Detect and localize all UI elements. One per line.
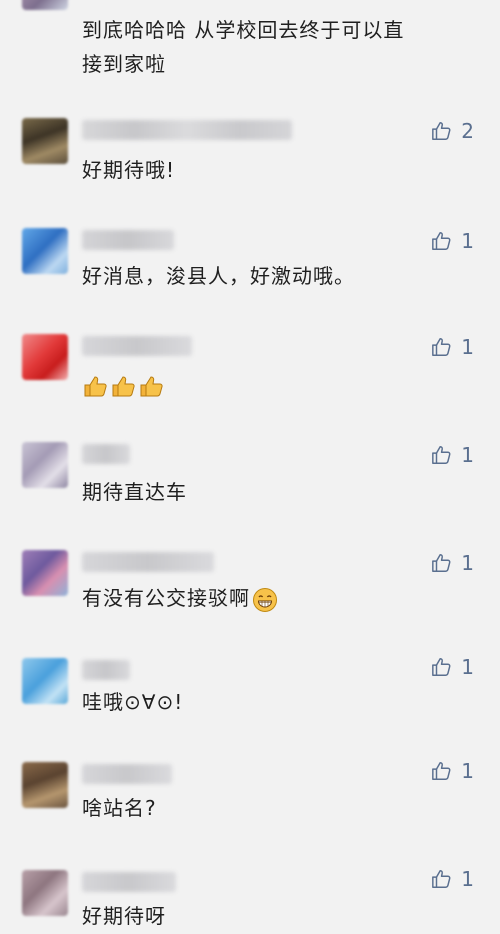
thumbs-up-icon — [432, 554, 451, 572]
comment-text: 好期待呀 — [82, 904, 166, 928]
username-blurred — [82, 552, 214, 572]
comment-text: 到底哈哈哈 从学校回去终于可以直 — [82, 18, 405, 42]
comment-text: 有没有公交接驳啊 — [82, 582, 278, 614]
avatar[interactable] — [22, 762, 68, 808]
like-count: 1 — [461, 759, 474, 783]
avatar[interactable] — [22, 0, 68, 10]
comment-item: 啥站名? 1 — [0, 758, 500, 858]
comment-item: 1 — [0, 326, 500, 426]
avatar[interactable] — [22, 870, 68, 916]
comment-item: 好期待哦! 2 — [0, 110, 500, 210]
like-button[interactable]: 1 — [431, 866, 474, 892]
like-count: 1 — [461, 443, 474, 467]
username-blurred — [82, 444, 130, 464]
username-blurred — [82, 230, 174, 250]
like-count: 1 — [461, 551, 474, 575]
like-count: 1 — [461, 655, 474, 679]
thumbs-up-icon — [432, 232, 451, 250]
avatar[interactable] — [22, 334, 68, 380]
avatar[interactable] — [22, 658, 68, 704]
like-button[interactable]: 1 — [431, 442, 474, 468]
comment-text-content: 有没有公交接驳啊 — [82, 586, 250, 610]
comment-text: 啥站名? — [82, 796, 157, 820]
grin-emoji-icon — [253, 587, 277, 612]
comment-text: 好期待哦! — [82, 158, 176, 182]
username-blurred — [82, 336, 192, 356]
comment-text: 接到家啦 — [82, 52, 166, 76]
thumbs-up-emoji-icon — [112, 375, 135, 396]
thumbs-up-emoji-icon — [84, 375, 107, 396]
like-count: 1 — [461, 229, 474, 253]
username-blurred — [82, 660, 130, 680]
username-blurred — [82, 764, 172, 784]
comment-text — [82, 368, 164, 400]
comment-text: 哇哦⊙∀⊙! — [82, 690, 184, 714]
thumbs-up-icon — [432, 338, 451, 356]
thumbs-up-icon — [432, 870, 451, 888]
comment-item: 哇哦⊙∀⊙! 1 — [0, 650, 500, 750]
comment-text: 期待直达车 — [82, 480, 187, 504]
like-button[interactable]: 1 — [431, 654, 474, 680]
username-blurred — [82, 872, 176, 892]
like-button[interactable]: 2 — [431, 118, 474, 144]
like-button[interactable]: 1 — [431, 228, 474, 254]
comment-item: 有没有公交接驳啊 1 — [0, 542, 500, 642]
like-count: 2 — [461, 119, 474, 143]
avatar[interactable] — [22, 118, 68, 164]
thumbs-up-icon — [432, 762, 451, 780]
avatar[interactable] — [22, 442, 68, 488]
comment-text: 好消息，浚县人，好激动哦。 — [82, 264, 355, 288]
comment-item: 期待直达车 1 — [0, 434, 500, 534]
like-button[interactable]: 1 — [431, 758, 474, 784]
thumbs-up-emoji-group — [82, 373, 164, 399]
comment-item: 到底哈哈哈 从学校回去终于可以直 接到家啦 — [0, 0, 500, 90]
comment-item: 好消息，浚县人，好激动哦。 1 — [0, 218, 500, 318]
thumbs-up-icon — [432, 122, 451, 140]
avatar[interactable] — [22, 228, 68, 274]
username-blurred — [82, 120, 292, 140]
thumbs-up-icon — [432, 658, 451, 676]
thumbs-up-emoji-icon — [140, 375, 163, 396]
avatar[interactable] — [22, 550, 68, 596]
thumbs-up-icon — [432, 446, 451, 464]
like-button[interactable]: 1 — [431, 334, 474, 360]
like-button[interactable]: 1 — [431, 550, 474, 576]
like-count: 1 — [461, 867, 474, 891]
comment-item: 好期待呀 1 — [0, 866, 500, 934]
like-count: 1 — [461, 335, 474, 359]
